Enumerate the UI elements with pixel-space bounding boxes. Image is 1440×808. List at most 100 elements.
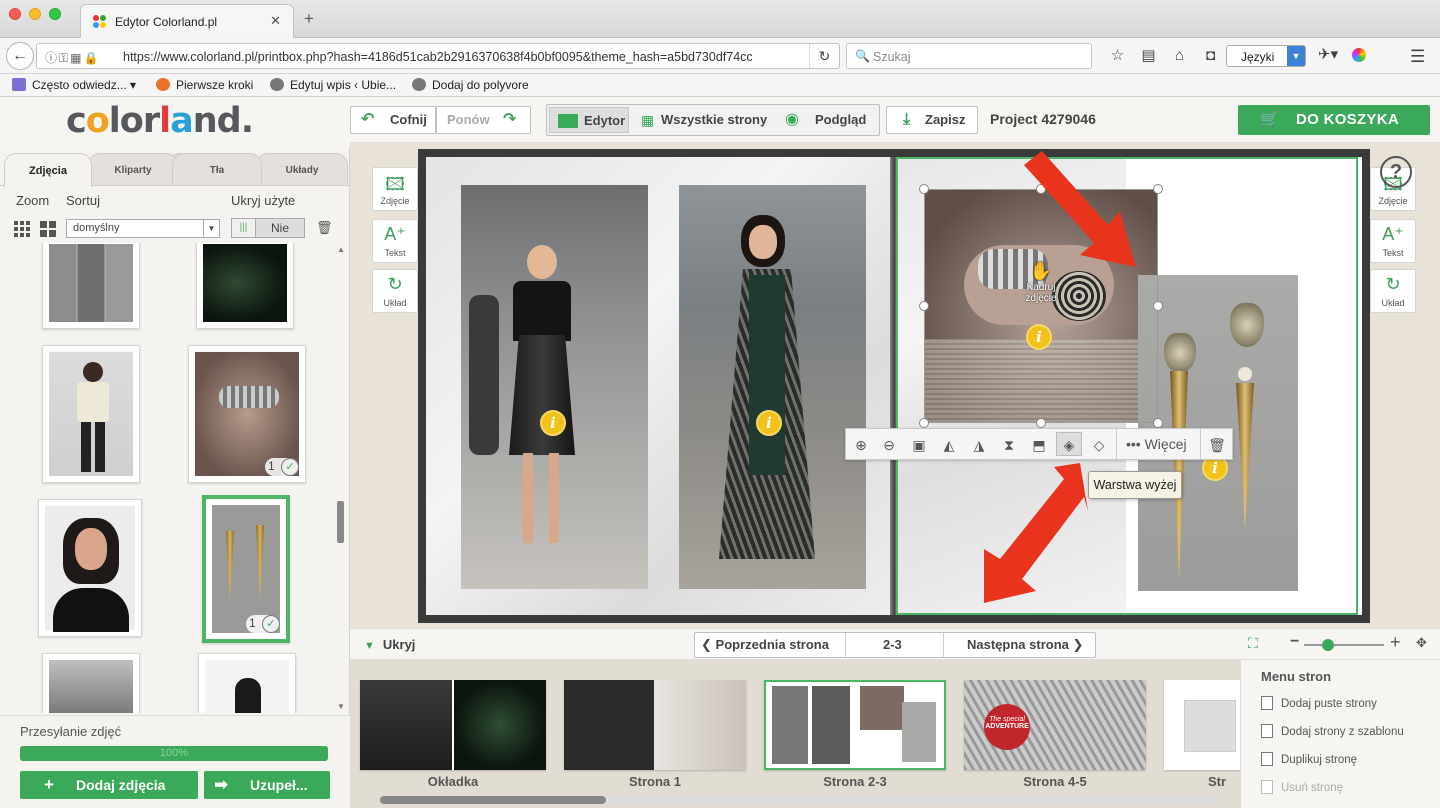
zoom-in-button[interactable]: + <box>1390 632 1401 653</box>
colorland-logo[interactable]: colorland. <box>66 101 254 141</box>
hide-strip-button[interactable]: ▼ Ukryj <box>364 637 415 652</box>
color-picker-extension-icon[interactable] <box>1352 48 1367 63</box>
search-bar[interactable]: 🔍 Szukaj <box>846 43 1092 69</box>
zoom-out-icon[interactable]: ⊖ <box>876 432 902 456</box>
fit-to-screen-icon[interactable]: ⛶ <box>1248 635 1258 652</box>
add-template-pages-button[interactable]: Dodaj strony z szablonu <box>1261 724 1404 738</box>
tab-layouts[interactable]: Układy <box>256 153 348 185</box>
back-button[interactable]: ← <box>6 42 34 70</box>
site-info-icons[interactable]: ⓘ⚿▦🔒 <box>45 49 100 66</box>
window-minimize-button[interactable] <box>29 8 41 20</box>
add-blank-pages-button[interactable]: Dodaj puste strony <box>1261 696 1377 710</box>
hide-used-toggle[interactable]: ||| Nie <box>231 218 305 238</box>
layout-tool-right[interactable]: ↻ Układ <box>1370 269 1416 313</box>
bookmark-star-icon[interactable]: ☆ <box>1102 46 1133 64</box>
browser-tab[interactable]: Edytor Colorland.pl ✕ <box>80 4 294 38</box>
reading-list-icon[interactable]: ▤ <box>1133 46 1164 64</box>
photo-thumb-event[interactable] <box>198 653 296 713</box>
autofill-button[interactable]: ➡ Uzupeł... <box>204 771 330 799</box>
more-button[interactable]: ••• Więcej <box>1126 432 1187 456</box>
tab-cliparts[interactable]: Kliparty <box>88 153 178 185</box>
strip-scrollbar-thumb[interactable] <box>380 796 606 804</box>
info-icon[interactable]: i <box>756 410 782 436</box>
zoom-slider-knob[interactable] <box>1322 639 1334 651</box>
preview-button[interactable]: ◉ Podgląd <box>777 107 877 133</box>
bookmark-item[interactable]: Pierwsze kroki <box>156 78 253 92</box>
page-thumb-spread-2-3[interactable] <box>764 680 946 770</box>
thumb-image <box>45 506 135 632</box>
save-button[interactable]: ⤓ Zapisz <box>886 106 978 134</box>
tab-photos[interactable]: Zdjęcia <box>4 153 92 187</box>
add-photos-button[interactable]: + Dodaj zdjęcia <box>20 771 198 799</box>
rotate-left-icon[interactable]: ◭ <box>936 432 962 456</box>
photo-thumb-girl-portrait[interactable] <box>38 499 142 637</box>
url-bar[interactable]: ⓘ⚿▦🔒 https://www.colorland.pl/printbox.p… <box>36 43 840 69</box>
layer-up-icon[interactable]: ◈ <box>1056 432 1082 456</box>
fit-photo-icon[interactable]: ▣ <box>906 432 932 456</box>
duplicate-page-button[interactable]: Duplikuj stronę <box>1261 752 1357 766</box>
thumbnails-scrollbar[interactable]: ▲ ▼ <box>334 243 348 713</box>
fullscreen-icon[interactable]: ✥ <box>1416 635 1427 651</box>
tab-backgrounds[interactable]: Tła <box>172 153 262 185</box>
bookmark-item[interactable]: Dodaj do polyvore <box>412 78 529 92</box>
check-icon: ✓ <box>262 615 280 633</box>
window-close-button[interactable] <box>9 8 21 20</box>
page-thumb-spread-4-5[interactable]: The special ADVENTURE <box>964 680 1146 770</box>
large-grid-icon[interactable] <box>40 221 56 237</box>
delete-page-button[interactable]: Usuń stronę <box>1261 780 1343 794</box>
add-to-cart-button[interactable]: 🛒 DO KOSZYKA <box>1238 105 1430 135</box>
small-grid-icon[interactable] <box>14 221 30 237</box>
scrollbar-thumb[interactable] <box>337 501 344 543</box>
redo-button[interactable]: Ponów ↷ <box>436 106 531 134</box>
add-text-tool-left[interactable]: A⁺ Tekst <box>372 219 418 263</box>
home-icon[interactable]: ⌂ <box>1164 47 1195 64</box>
editor-view-button[interactable]: Edytor <box>549 107 629 133</box>
bookmark-item[interactable]: Często odwiedz... ▾ <box>12 78 136 92</box>
left-page[interactable]: i i <box>426 157 894 615</box>
help-icon[interactable]: ? <box>1380 156 1412 188</box>
extension-puzzle-icon[interactable]: ✈▾ <box>1318 46 1338 63</box>
scroll-down-icon[interactable]: ▼ <box>337 702 345 711</box>
tab-close-icon[interactable]: ✕ <box>270 13 281 29</box>
all-pages-button[interactable]: ▦ Wszystkie strony <box>633 107 773 133</box>
menu-icon[interactable]: ☰ <box>1410 47 1425 67</box>
photo-thumb-street-collage[interactable] <box>42 243 140 329</box>
add-text-tool-right[interactable]: A⁺ Tekst <box>1370 219 1416 263</box>
photo-thumb-street-woman[interactable] <box>42 653 140 713</box>
layer-down-icon[interactable]: ◇ <box>1086 432 1112 456</box>
zoom-out-button[interactable]: − <box>1290 633 1299 651</box>
photo-thumb-earrings[interactable]: 1 ✓ <box>202 495 290 643</box>
sort-select[interactable]: domyślny ▼ <box>66 219 220 238</box>
page-thumb-cover[interactable] <box>360 680 546 770</box>
window-zoom-button[interactable] <box>49 8 61 20</box>
strip-scrollbar[interactable] <box>380 796 1220 804</box>
info-icon[interactable]: i <box>540 410 566 436</box>
bookmark-item[interactable]: Edytuj wpis ‹ Ubie... <box>270 78 396 92</box>
layout-tool-left[interactable]: ↻ Układ <box>372 269 418 313</box>
photo-street-woman-coat[interactable] <box>679 185 866 589</box>
page-thumb-page-1[interactable] <box>564 680 746 770</box>
url-text[interactable]: https://www.colorland.pl/printbox.php?ha… <box>123 50 783 64</box>
trash-icon[interactable]: 🗑 <box>1204 432 1230 456</box>
zoom-slider-track[interactable] <box>1304 644 1384 646</box>
pocket-icon[interactable]: ◘ <box>1195 47 1226 64</box>
rotate-right-icon[interactable]: ◮ <box>966 432 992 456</box>
page-menu: Menu stron Dodaj puste strony Dodaj stro… <box>1240 660 1440 808</box>
next-page-button[interactable]: Następna strona ❯ <box>967 633 1083 657</box>
reload-icon[interactable]: ↻ <box>809 44 839 68</box>
scroll-up-icon[interactable]: ▲ <box>337 245 345 254</box>
page-thumb-next[interactable] <box>1164 680 1240 770</box>
flip-icon[interactable]: ⧗ <box>996 432 1022 456</box>
photo-thumb-fern[interactable] <box>196 243 294 329</box>
replace-photo-icon[interactable]: ⬒ <box>1026 432 1052 456</box>
zoom-in-icon[interactable]: ⊕ <box>848 432 874 456</box>
previous-page-button[interactable]: ❮ Poprzednia strona <box>701 633 829 657</box>
undo-button[interactable]: ↶ Cofnij <box>350 106 436 134</box>
trash-icon[interactable]: 🗑 <box>316 220 333 236</box>
photo-street-woman-black[interactable] <box>461 185 648 589</box>
language-select[interactable]: Języki ▼ <box>1226 45 1306 67</box>
new-tab-button[interactable]: + <box>304 10 314 27</box>
add-photo-tool-left[interactable]: 🖾 Zdjęcie <box>372 167 418 211</box>
photo-thumb-woman-fringe[interactable] <box>42 345 140 483</box>
photo-thumb-rings[interactable]: 1 ✓ <box>188 345 306 483</box>
